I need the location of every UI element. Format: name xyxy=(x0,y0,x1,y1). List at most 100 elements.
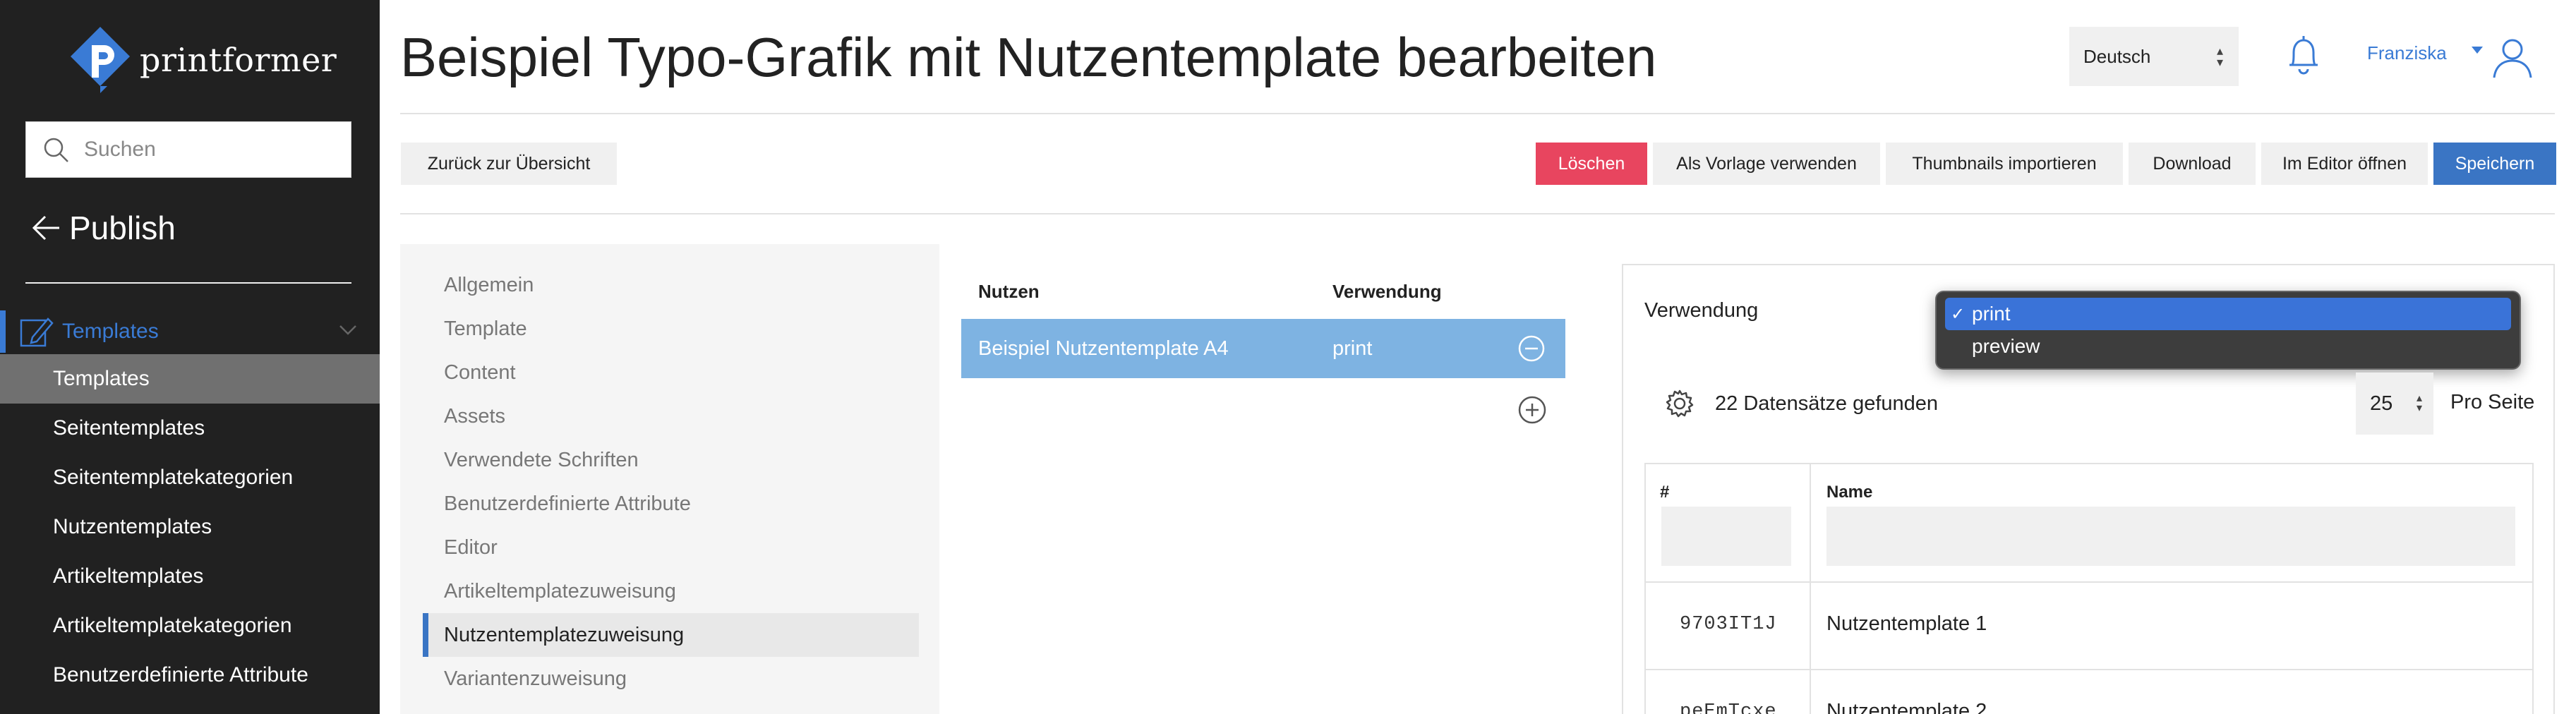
menu-item-artikeltemplatezuweisung[interactable]: Artikeltemplatezuweisung xyxy=(423,569,919,613)
menu-item-template[interactable]: Template xyxy=(423,307,919,351)
menu-item-allgemein[interactable]: Allgemein xyxy=(423,263,919,307)
search-icon xyxy=(44,138,68,162)
menu-item-label: Nutzentemplatezuweisung xyxy=(444,623,685,646)
select-arrows-icon: ▴ ▾ xyxy=(2216,44,2223,69)
checkmark-icon: ✓ xyxy=(1951,304,1966,324)
row-nutzen: Beispiel Nutzentemplate A4 xyxy=(978,337,1229,360)
arrow-left-icon xyxy=(32,215,59,241)
user-name[interactable]: Franziska xyxy=(2367,42,2447,64)
logo-text: printformer xyxy=(140,41,337,79)
select-arrows-icon: ▴ ▾ xyxy=(2416,392,2422,414)
column-header-verwendung: Verwendung xyxy=(1332,281,1442,302)
menu-item-label: Assets xyxy=(444,404,506,428)
cell-name: Nutzentemplate 2 xyxy=(1826,700,1987,714)
menu-item-label: Editor xyxy=(444,536,498,559)
sidebar-item-label: Benutzerdefinierte Attribute xyxy=(53,663,308,686)
language-value: Deutsch xyxy=(2083,45,2151,67)
sidebar-item-templates[interactable]: Templates xyxy=(0,354,380,404)
sidebar-item-seitentemplatekategorien[interactable]: Seitentemplatekategorien xyxy=(0,453,380,502)
row-verwendung: print xyxy=(1332,337,1373,360)
menu-item-label: Artikeltemplatezuweisung xyxy=(444,579,676,603)
nutzentemplate-table: # Name 9703IT1J Nutzentemplate 1 peEmTcx… xyxy=(1644,463,2534,714)
menu-item-editor[interactable]: Editor xyxy=(423,526,919,569)
option-label: preview xyxy=(1972,335,2040,357)
menu-item-assets[interactable]: Assets xyxy=(423,394,919,438)
pencil-edit-icon xyxy=(20,317,54,347)
menu-item-variantenzuweisung[interactable]: Variantenzuweisung xyxy=(423,657,919,701)
menu-item-verwendete-schriften[interactable]: Verwendete Schriften xyxy=(423,438,919,482)
sidebar-item-artikeltemplates[interactable]: Artikeltemplates xyxy=(0,552,380,601)
records-count: 22 Datensätze gefunden xyxy=(1715,392,1939,415)
sidebar-item-label: Seitentemplatekategorien xyxy=(53,466,294,489)
header-divider xyxy=(400,113,2555,114)
sidebar-item-seitentemplates[interactable]: Seitentemplates xyxy=(0,404,380,453)
save-button[interactable]: Speichern xyxy=(2433,143,2556,185)
chevron-down-icon xyxy=(339,325,356,335)
per-page-label: Pro Seite xyxy=(2450,391,2535,413)
search-box[interactable] xyxy=(25,121,351,178)
column-header-id: # xyxy=(1660,483,1670,502)
delete-button[interactable]: Löschen xyxy=(1536,143,1647,185)
cell-id: 9703IT1J xyxy=(1680,614,1777,635)
menu-item-content[interactable]: Content xyxy=(423,351,919,394)
per-page-value: 25 xyxy=(2370,392,2393,415)
sidebar-item-benutzerdefinierte-attribute[interactable]: Benutzerdefinierte Attribute xyxy=(0,651,380,700)
row-divider xyxy=(1646,581,2532,583)
row-divider xyxy=(1646,669,2532,670)
sidebar-divider xyxy=(25,282,351,284)
column-header-nutzen: Nutzen xyxy=(978,281,1040,302)
column-divider xyxy=(1810,464,1811,714)
gear-icon[interactable] xyxy=(1664,388,1695,419)
open-editor-button[interactable]: Im Editor öffnen xyxy=(2261,143,2428,185)
filter-id-input[interactable] xyxy=(1661,507,1791,566)
cell-name: Nutzentemplate 1 xyxy=(1826,612,1987,635)
use-as-template-button[interactable]: Als Vorlage verwenden xyxy=(1653,143,1880,185)
brand-logo[interactable]: printformer xyxy=(68,25,337,95)
user-avatar-icon[interactable] xyxy=(2491,35,2534,79)
verwendung-label: Verwendung xyxy=(1644,299,1759,322)
download-button[interactable]: Download xyxy=(2129,143,2256,185)
bell-icon[interactable] xyxy=(2284,34,2323,78)
sidebar-item-label: Artikeltemplates xyxy=(53,564,204,588)
sidebar-item-nutzentemplates[interactable]: Nutzentemplates xyxy=(0,502,380,552)
sidebar-item-label: Templates xyxy=(53,367,150,390)
menu-item-nutzentemplatezuweisung[interactable]: Nutzentemplatezuweisung xyxy=(423,613,919,657)
printformer-logo-icon xyxy=(71,27,130,93)
menu-item-label: Content xyxy=(444,361,516,384)
menu-item-benutzerdefinierte-attribute[interactable]: Benutzerdefinierte Attribute xyxy=(423,482,919,526)
search-input[interactable] xyxy=(84,138,338,162)
add-circle-icon[interactable] xyxy=(1517,395,1547,425)
remove-circle-icon[interactable] xyxy=(1517,334,1546,363)
option-label: print xyxy=(1972,303,2011,325)
verwendung-dropdown[interactable]: ✓ print preview xyxy=(1935,291,2521,370)
option-preview[interactable]: preview xyxy=(1945,330,2511,363)
menu-item-label: Allgemein xyxy=(444,273,534,296)
sidebar: printformer Publish Templates xyxy=(0,0,380,714)
toolbar-divider xyxy=(400,213,2555,214)
caret-down-icon[interactable] xyxy=(2470,45,2484,55)
column-header-name: Name xyxy=(1826,483,1873,502)
option-print[interactable]: ✓ print xyxy=(1945,298,2511,330)
back-label: Publish xyxy=(69,210,176,246)
page-title: Beispiel Typo-Grafik mit Nutzentemplate … xyxy=(400,26,1657,88)
per-page-select[interactable]: 25 ▴ ▾ xyxy=(2356,373,2433,435)
cell-id: peEmTcxe xyxy=(1680,701,1777,714)
back-to-publish[interactable]: Publish xyxy=(31,209,176,247)
language-select[interactable]: Deutsch ▴ ▾ xyxy=(2069,27,2239,86)
menu-item-label: Verwendete Schriften xyxy=(444,448,639,471)
section-menu: Allgemein Template Content Assets Verwen… xyxy=(400,244,939,714)
import-thumbnails-button[interactable]: Thumbnails importieren xyxy=(1886,143,2123,185)
back-to-overview-button[interactable]: Zurück zur Übersicht xyxy=(401,143,617,185)
sidebar-item-label: Nutzentemplates xyxy=(53,515,212,538)
menu-item-label: Template xyxy=(444,317,527,340)
sidebar-item-artikeltemplatekategorien[interactable]: Artikeltemplatekategorien xyxy=(0,601,380,651)
sidebar-item-label: Seitentemplates xyxy=(53,416,205,440)
filter-name-input[interactable] xyxy=(1826,507,2515,566)
sidebar-group-templates[interactable]: Templates xyxy=(0,310,380,353)
sidebar-group-label: Templates xyxy=(62,320,159,343)
menu-item-label: Variantenzuweisung xyxy=(444,667,627,690)
app-root: printformer Publish Templates xyxy=(0,0,2576,714)
sidebar-item-label: Artikeltemplatekategorien xyxy=(53,614,292,637)
table-row[interactable]: Beispiel Nutzentemplate A4 print xyxy=(961,319,1565,378)
menu-item-label: Benutzerdefinierte Attribute xyxy=(444,492,691,515)
